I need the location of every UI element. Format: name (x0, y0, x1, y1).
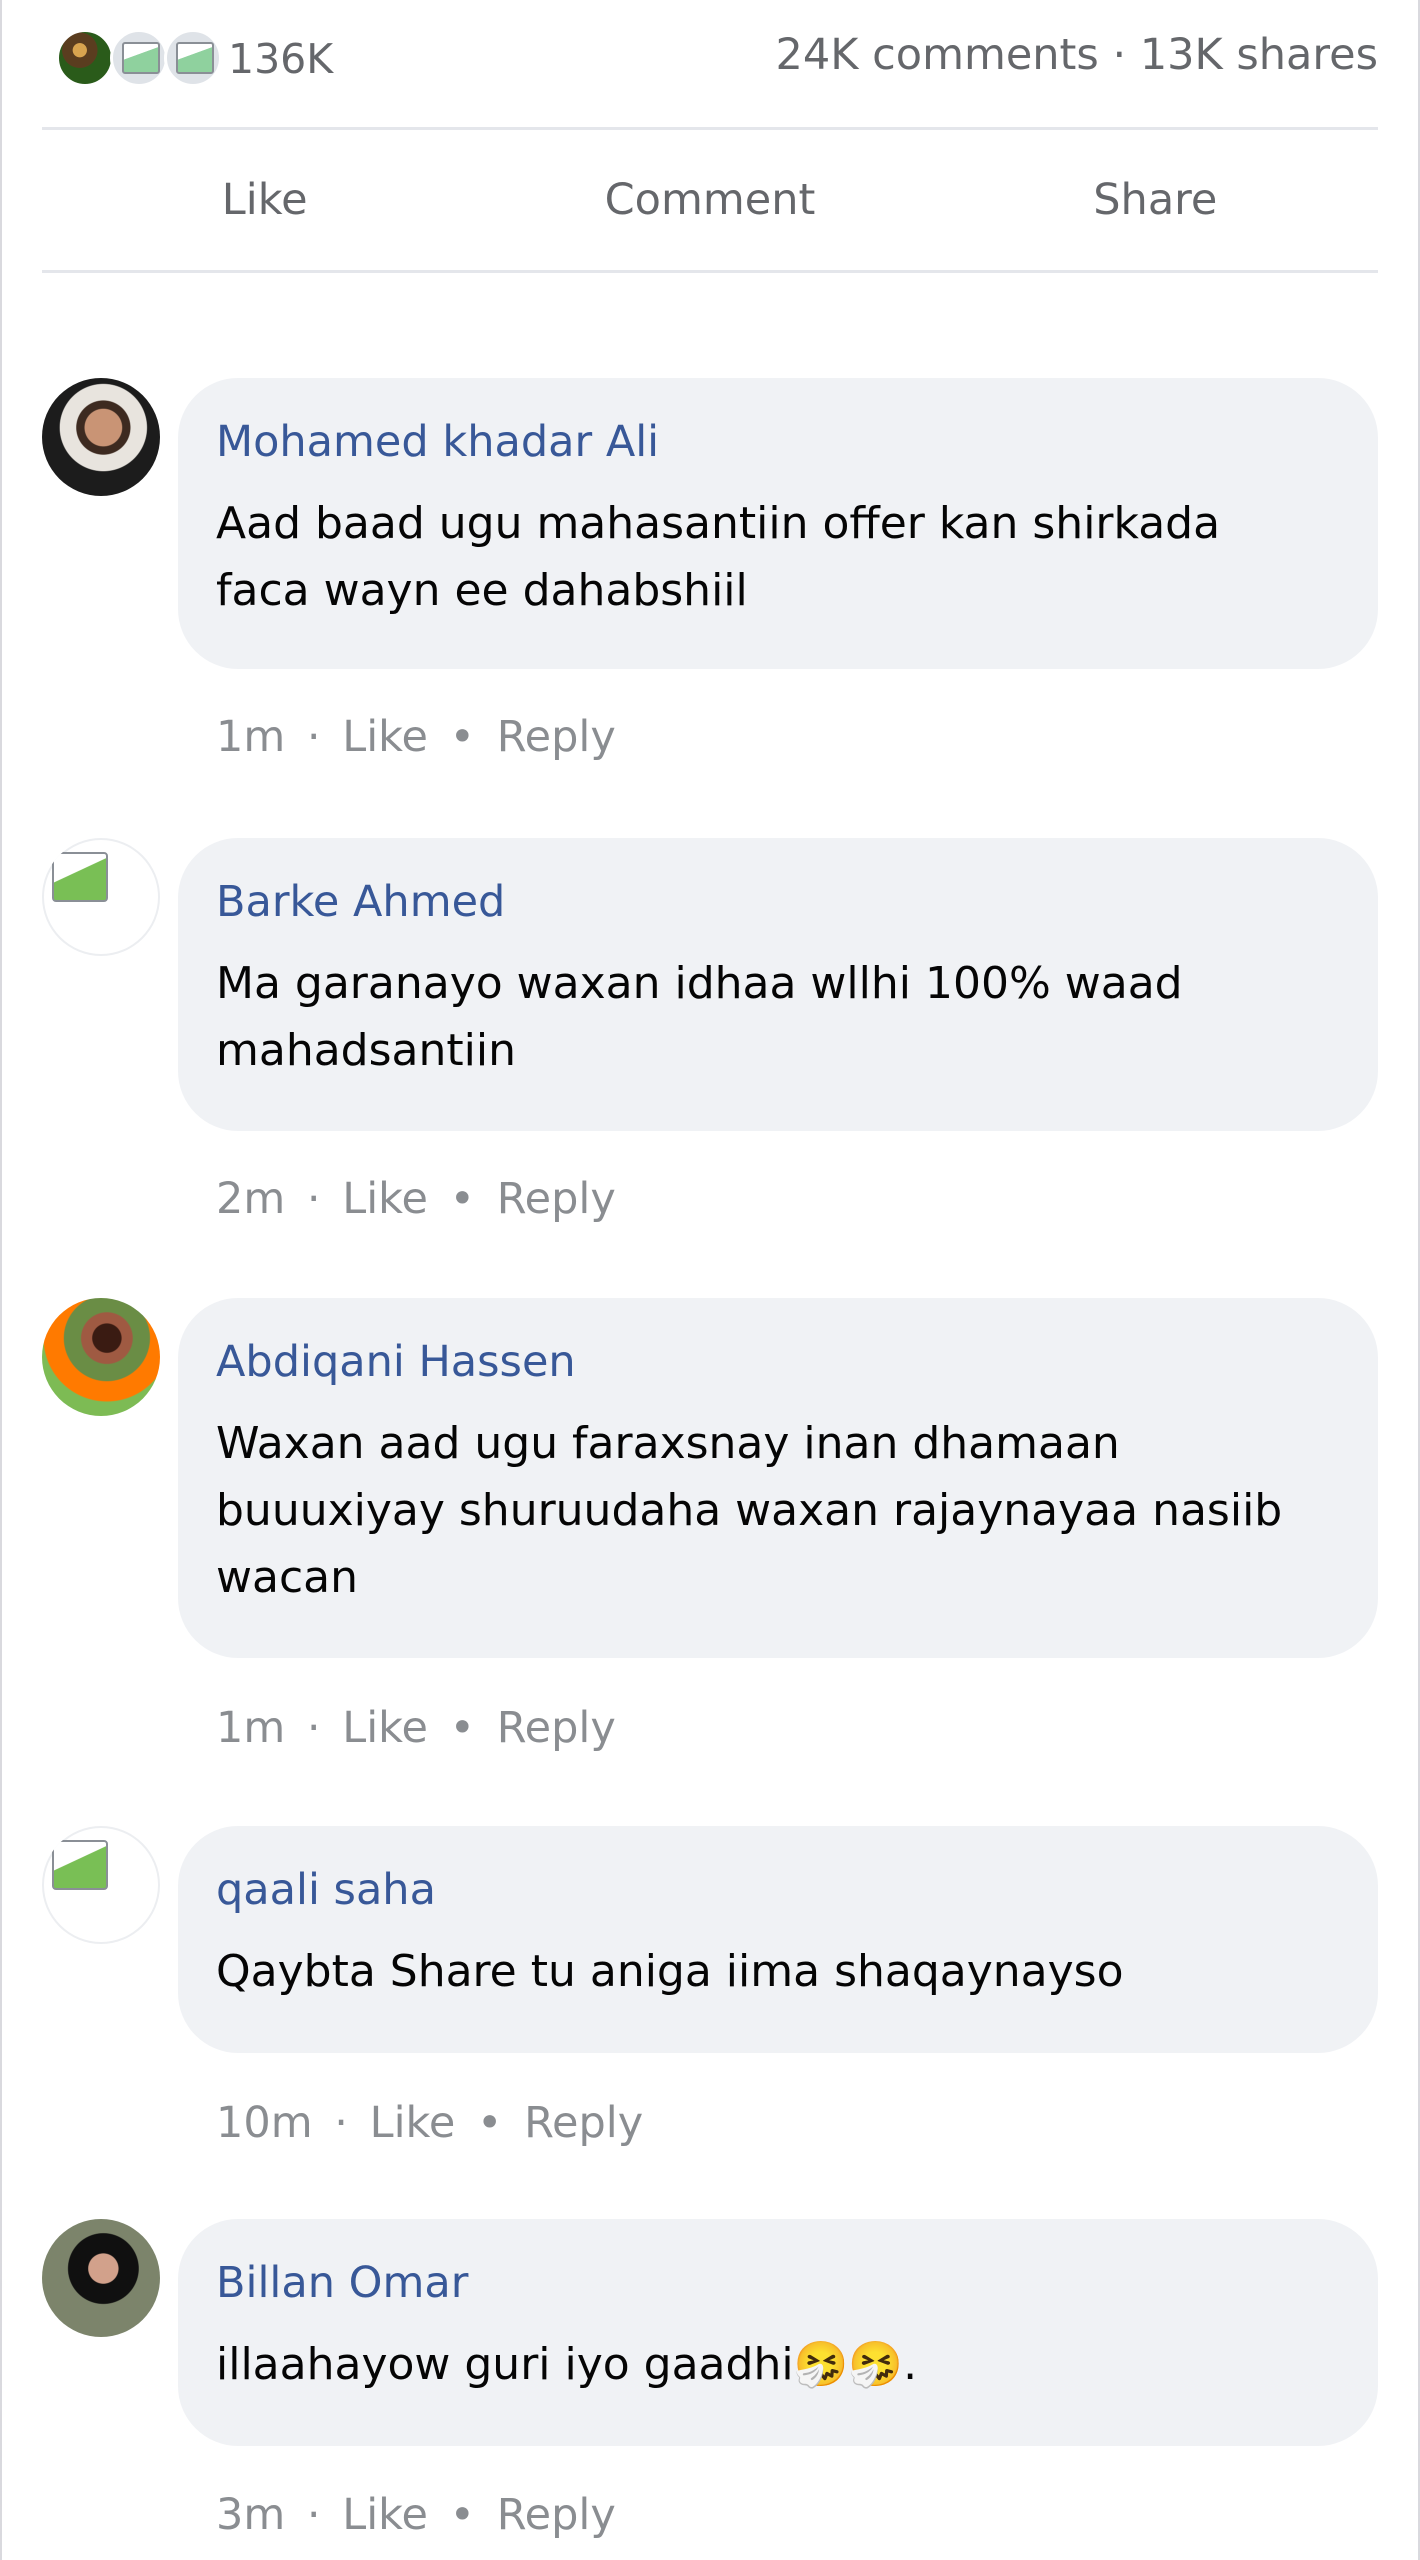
comment-text: illaahayow guri iyo gaadhi🤧🤧. (216, 2339, 918, 2390)
comment-time: 2m (216, 1174, 286, 1224)
comment-text: Aad baad ugu mahasantiin offer kan shirk… (216, 498, 1221, 616)
comment-reply-link[interactable]: Reply (497, 2489, 616, 2541)
comment-item: Mohamed khadar Ali Aad baad ugu mahasant… (42, 378, 1378, 773)
comment-like-link[interactable]: Like (370, 2097, 456, 2149)
comment-like-link[interactable]: Like (342, 1702, 428, 1754)
meta-separator: · (306, 1174, 321, 1224)
comment-bubble: Mohamed khadar Ali Aad baad ugu mahasant… (178, 378, 1378, 669)
comment-time: 1m (216, 1703, 286, 1753)
broken-image-icon[interactable] (42, 838, 160, 956)
share-button[interactable]: Share (933, 130, 1378, 270)
comment-bubble: qaali saha Qaybta Share tu aniga iima sh… (178, 1826, 1378, 2053)
comment-meta: 1m · Like • Reply (216, 1702, 616, 1754)
meta-separator: • (449, 1174, 476, 1224)
comment-reply-link[interactable]: Reply (497, 1173, 616, 1225)
comment-like-link[interactable]: Like (342, 711, 428, 763)
comment-meta: 3m · Like • Reply (216, 2489, 616, 2541)
comment-text: Qaybta Share tu aniga iima shaqaynayso (216, 1946, 1124, 1997)
comment-meta: 2m · Like • Reply (216, 1173, 616, 1225)
comment-reply-link[interactable]: Reply (497, 711, 616, 763)
meta-separator: · (306, 2490, 321, 2540)
comment-like-link[interactable]: Like (342, 2489, 428, 2541)
comment-bubble: Barke Ahmed Ma garanayo waxan idhaa wllh… (178, 838, 1378, 1131)
comment-time: 10m (216, 2098, 313, 2148)
comment-share-summary[interactable]: 24K comments · 13K shares (776, 29, 1378, 81)
comment-item: Abdiqani Hassen Waxan aad ugu faraxsnay … (42, 1298, 1378, 1760)
comment-like-link[interactable]: Like (342, 1173, 428, 1225)
comment-meta: 10m · Like • Reply (216, 2097, 643, 2149)
meta-separator: · (306, 1703, 321, 1753)
meta-separator: · (306, 712, 321, 762)
comment-author[interactable]: qaali saha (216, 1864, 1340, 1916)
post-actions: Like Comment Share (42, 130, 1378, 273)
meta-separator: • (449, 2490, 476, 2540)
comment-text: Ma garanayo waxan idhaa wllhi 100% waad … (216, 958, 1183, 1076)
comment-item: qaali saha Qaybta Share tu aniga iima sh… (42, 1826, 1378, 2156)
comment-reply-link[interactable]: Reply (497, 1702, 616, 1754)
comment-bubble: Abdiqani Hassen Waxan aad ugu faraxsnay … (178, 1298, 1378, 1658)
comment-author[interactable]: Barke Ahmed (216, 876, 1340, 928)
reactor-avatar-placeholder-icon (110, 29, 168, 87)
commenter-avatar[interactable] (42, 1298, 160, 1416)
post-stats-bar: 136K 24K comments · 13K shares (42, 0, 1378, 130)
comments-screen: 136K 24K comments · 13K shares Like Comm… (0, 0, 1420, 2560)
comment-time: 1m (216, 712, 286, 762)
comment-author[interactable]: Mohamed khadar Ali (216, 416, 1340, 468)
comment-item: Barke Ahmed Ma garanayo waxan idhaa wllh… (42, 838, 1378, 1233)
comment-author[interactable]: Abdiqani Hassen (216, 1336, 1340, 1388)
meta-separator: • (449, 1703, 476, 1753)
comment-time: 3m (216, 2490, 286, 2540)
reactor-avatar-placeholder-icon (164, 29, 222, 87)
meta-separator: • (449, 712, 476, 762)
broken-image-icon[interactable] (42, 1826, 160, 1944)
meta-separator: · (334, 2098, 348, 2148)
comment-bubble: Billan Omar illaahayow guri iyo gaadhi🤧🤧… (178, 2219, 1378, 2446)
comment-reply-link[interactable]: Reply (524, 2097, 643, 2149)
commenter-avatar[interactable] (42, 2219, 160, 2337)
like-button[interactable]: Like (42, 130, 487, 270)
meta-separator: • (477, 2098, 503, 2148)
comment-button[interactable]: Comment (487, 130, 932, 270)
reactor-avatar (56, 29, 114, 87)
reaction-avatars[interactable] (56, 29, 226, 89)
comment-meta: 1m · Like • Reply (216, 711, 616, 763)
reaction-count[interactable]: 136K (228, 34, 333, 84)
comment-item: Billan Omar illaahayow guri iyo gaadhi🤧🤧… (42, 2219, 1378, 2549)
comment-author[interactable]: Billan Omar (216, 2257, 1340, 2309)
comment-text: Waxan aad ugu faraxsnay inan dhamaan buu… (216, 1418, 1283, 1603)
commenter-avatar[interactable] (42, 378, 160, 496)
